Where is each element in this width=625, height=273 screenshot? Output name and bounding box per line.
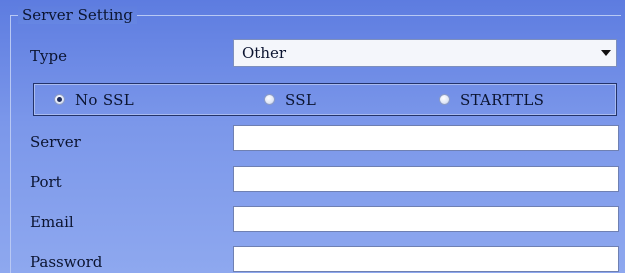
radio-checked-icon[interactable] [54, 94, 65, 105]
server-label: Server [30, 133, 81, 151]
chevron-down-icon[interactable] [601, 50, 611, 56]
radio-unchecked-icon[interactable] [264, 94, 275, 105]
radio-ssl-label: SSL [285, 90, 317, 109]
password-input[interactable] [233, 246, 619, 272]
email-label: Email [30, 213, 74, 231]
radio-no-ssl-label: No SSL [75, 90, 134, 109]
server-input[interactable] [233, 125, 619, 151]
group-title: Server Setting [18, 6, 137, 24]
radio-ssl[interactable]: SSL [264, 84, 316, 115]
radio-unchecked-icon[interactable] [439, 94, 450, 105]
port-label: Port [30, 173, 62, 191]
port-input[interactable] [233, 166, 619, 192]
type-label: Type [30, 47, 67, 65]
group-border-left [10, 15, 11, 273]
security-radio-group: No SSL SSL STARTTLS [33, 83, 617, 116]
type-select-value: Other [242, 44, 287, 62]
radio-no-ssl[interactable]: No SSL [54, 84, 134, 115]
radio-starttls[interactable]: STARTTLS [439, 84, 544, 115]
radio-starttls-label: STARTTLS [460, 90, 545, 109]
email-input[interactable] [233, 206, 619, 232]
type-select[interactable]: Other [233, 39, 617, 67]
password-label: Password [30, 253, 103, 271]
